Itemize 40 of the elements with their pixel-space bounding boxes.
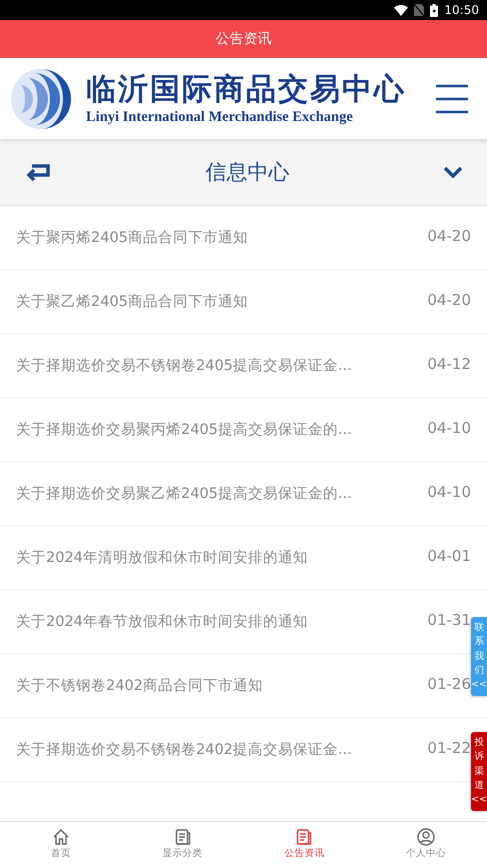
- notice-date: 04-20: [427, 226, 471, 244]
- globe-logo-icon: [10, 66, 72, 130]
- notice-date: 01-26: [427, 674, 471, 692]
- section-title: 信息中心: [204, 159, 290, 186]
- notice-date: 04-12: [427, 354, 471, 372]
- home-icon: [52, 828, 70, 846]
- user-icon: [417, 828, 436, 846]
- nav-tab[interactable]: 个人中心: [365, 822, 487, 865]
- notice-title[interactable]: 关于择期选价交易不锈钢卷2402提高交易保证金...: [16, 740, 428, 759]
- side-tab[interactable]: 投诉渠道 <<: [471, 732, 487, 812]
- nav-tab[interactable]: 公告资讯: [244, 822, 366, 865]
- wifi-icon: [394, 4, 408, 16]
- notice-date: 04-01: [427, 546, 471, 564]
- notice-title[interactable]: 关于2024年春节放假和休市时间安排的通知: [16, 612, 428, 631]
- return-icon[interactable]: [24, 162, 52, 182]
- notice-date: 04-20: [427, 290, 471, 308]
- notice-title[interactable]: 关于择期选价交易聚乙烯2405提高交易保证金的...: [16, 484, 428, 503]
- notice-title[interactable]: 关于2024年清明放假和休市时间安排的通知: [16, 548, 428, 567]
- notice-date: 04-10: [427, 418, 471, 436]
- notice-title[interactable]: 关于不锈钢卷2402商品合同下市通知: [16, 676, 428, 695]
- status-time: 10:50: [444, 3, 479, 17]
- page-title: 公告资讯: [216, 30, 272, 48]
- nav-tab[interactable]: 首页: [0, 822, 122, 865]
- notice-date: 01-22: [427, 738, 471, 756]
- side-tab[interactable]: 联系我们 <<: [471, 617, 487, 696]
- no-sim-icon: [414, 4, 424, 16]
- notice-date: 01-31: [427, 610, 471, 628]
- notice-date: 04-10: [427, 482, 471, 500]
- battery-icon: [430, 4, 438, 16]
- nav-tab[interactable]: 显示分类: [122, 822, 244, 865]
- chevron-down-icon[interactable]: [443, 166, 463, 178]
- document-icon: [295, 828, 314, 846]
- brand-name: 临沂国际商品交易中心: [86, 71, 407, 109]
- notice-title[interactable]: 关于择期选价交易聚丙烯2405提高交易保证金的...: [16, 420, 428, 439]
- notice-title[interactable]: 关于聚丙烯2405商品合同下市通知: [16, 228, 428, 247]
- notice-title[interactable]: 关于聚乙烯2405商品合同下市通知: [16, 292, 428, 311]
- document-icon: [174, 828, 192, 846]
- menu-icon[interactable]: [435, 84, 469, 114]
- notice-title[interactable]: 关于择期选价交易不锈钢卷2405提高交易保证金...: [16, 356, 428, 375]
- brand-subtitle: Linyi International Merchandise Exchange: [86, 109, 354, 126]
